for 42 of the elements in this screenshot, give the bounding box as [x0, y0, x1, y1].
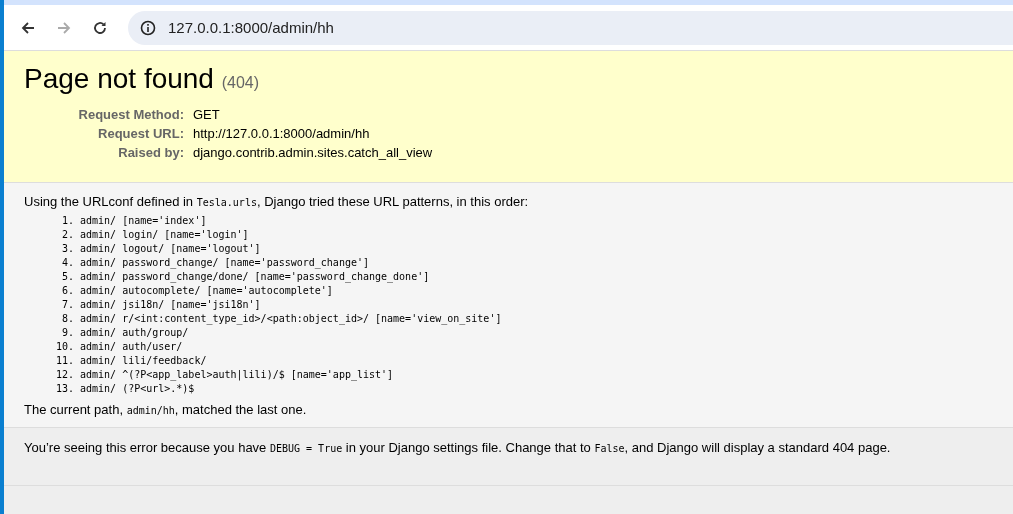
list-number: 10.	[54, 340, 74, 354]
list-number: 3.	[60, 242, 74, 256]
url-pattern: admin/ (?P<url>.*)$	[80, 382, 195, 396]
page-title: Page not found	[24, 63, 214, 94]
intro-text: Using the URLconf defined in Tesla.urls, Django tried these URL patterns, in this order:	[24, 194, 530, 209]
list-number: 2.	[60, 228, 74, 242]
current-path-text: The current path, admin/hh, matched the last one.	[24, 402, 308, 417]
field-label: Raised by:	[117, 145, 184, 160]
info-icon	[140, 19, 156, 36]
url-pattern: admin/ login/ [name='login']	[80, 228, 249, 242]
list-number: 7.	[60, 298, 74, 312]
url-pattern: admin/ [name='index']	[80, 214, 207, 228]
url-pattern: admin/ jsi18n/ [name='jsi18n']	[80, 298, 261, 312]
url-pattern: admin/ r/<int:content_type_id>/<path:object_id>/ [name='view_on_site']	[80, 312, 502, 326]
field-value: http://127.0.0.1:8000/admin/hh	[193, 126, 371, 141]
field-label: Request Method:	[77, 107, 184, 122]
list-number: 13.	[54, 382, 74, 396]
status-code: (404)	[221, 74, 260, 91]
url-pattern: admin/ ^(?P<app_label>auth|lili)/$ [name='app_list']	[80, 368, 394, 382]
field-value: GET	[193, 107, 221, 122]
list-number: 11.	[54, 354, 74, 368]
url-pattern: admin/ password_change/done/ [name='password_change_done']	[80, 270, 430, 284]
url-pattern: admin/ auth/group/	[80, 326, 189, 340]
reload-icon	[92, 19, 108, 36]
list-number: 9.	[60, 326, 74, 340]
list-number: 12.	[54, 368, 74, 382]
list-number: 1.	[60, 214, 74, 228]
field-value: django.contrib.admin.sites.catch_all_view	[193, 145, 433, 160]
explanation-text: You’re seeing this error because you have DEBUG = True in your Django settings file. Change that to False, and Django will display a standard 404 page.	[24, 440, 892, 455]
list-number: 4.	[60, 256, 74, 270]
url-pattern: admin/ lili/feedback/	[80, 354, 207, 368]
back-arrow-icon	[20, 19, 36, 36]
list-number: 8.	[60, 312, 74, 326]
field-label: Request URL:	[97, 126, 184, 141]
url-pattern: admin/ auth/user/	[80, 340, 183, 354]
url-pattern: admin/ password_change/ [name='password_change']	[80, 256, 369, 270]
url-pattern: admin/ autocomplete/ [name='autocomplete']	[80, 284, 333, 298]
list-number: 5.	[60, 270, 74, 284]
forward-arrow-icon	[56, 19, 72, 36]
address-bar[interactable]: 127.0.0.1:8000/admin/hh	[128, 10, 1013, 45]
list-number: 6.	[60, 284, 74, 298]
url-pattern: admin/ logout/ [name='logout']	[80, 242, 261, 256]
